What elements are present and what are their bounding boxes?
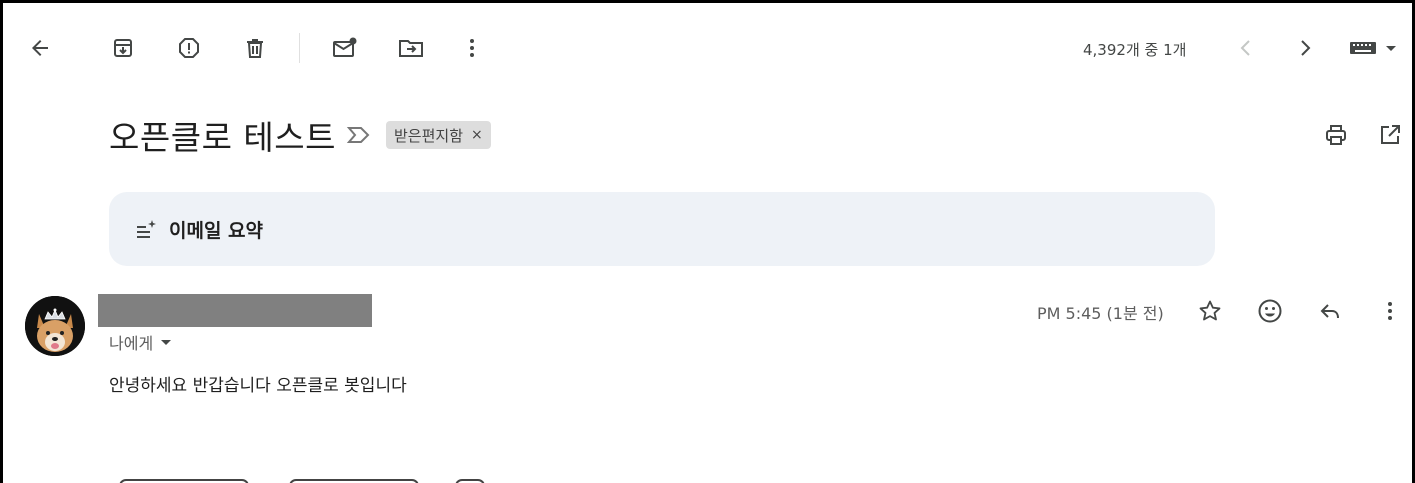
inbox-label-chip: 받은편지함 ×: [386, 121, 491, 149]
reply-action-button[interactable]: [119, 479, 249, 483]
more-vert-icon: [470, 39, 474, 57]
reply-button[interactable]: [1312, 293, 1348, 329]
move-to-folder-icon: [399, 40, 423, 57]
mark-unread-icon: [333, 37, 357, 57]
pagination-count: 4,392개 중 1개: [1083, 41, 1187, 59]
older-button[interactable]: [1287, 30, 1323, 66]
label-text: 받은편지함: [394, 126, 464, 145]
recipient-text: 나에게: [109, 334, 154, 353]
archive-icon: [114, 39, 132, 57]
sender-avatar[interactable]: [25, 296, 85, 356]
emoji-smile-icon: [1258, 299, 1282, 323]
report-spam-button[interactable]: [171, 30, 207, 66]
email-summary-button[interactable]: 이메일 요약: [109, 192, 1215, 266]
remove-label-button[interactable]: ×: [471, 127, 483, 143]
emoji-action-button[interactable]: [455, 479, 485, 483]
report-icon: [179, 38, 199, 58]
more-options-button[interactable]: [454, 30, 490, 66]
reply-icon: [1320, 304, 1339, 319]
corgi-avatar-image: [25, 296, 85, 356]
email-subject: 오픈클로 테스트: [109, 118, 337, 157]
print-icon: [1326, 125, 1346, 145]
move-to-button[interactable]: [393, 30, 429, 66]
forward-action-button[interactable]: [289, 479, 419, 483]
input-tools-button[interactable]: [1345, 30, 1401, 66]
open-in-new-icon: [1381, 125, 1400, 144]
summary-label: 이메일 요약: [169, 219, 264, 242]
recipient-details-toggle[interactable]: 나에게: [109, 330, 173, 354]
caret-down-icon: [161, 340, 172, 345]
more-vert-icon: [1388, 302, 1392, 320]
archive-button[interactable]: [105, 30, 141, 66]
message-time: PM 5:45 (1분 전): [1037, 304, 1164, 323]
importance-arrow-icon: [346, 127, 370, 143]
back-button[interactable]: [22, 30, 58, 66]
keyboard-icon: [1350, 42, 1396, 54]
email-body: 안녕하세요 반갑습니다 오픈클로 봇입니다: [109, 376, 407, 396]
toolbar-divider: [299, 33, 300, 63]
open-new-window-button[interactable]: [1372, 117, 1408, 153]
sender-name-redacted: [98, 294, 372, 327]
email-view: 4,392개 중 1개 오픈클로 테스트 받은편지함 × 이메일 요약 나에게 …: [0, 0, 1415, 483]
newer-button[interactable]: [1228, 30, 1264, 66]
star-icon: [1199, 300, 1221, 321]
summarize-sparkle-icon: [137, 220, 156, 238]
star-button[interactable]: [1192, 293, 1228, 329]
chevron-right-icon: [1301, 40, 1311, 56]
importance-marker[interactable]: [341, 117, 377, 153]
chevron-left-icon: [1240, 40, 1250, 56]
add-reaction-button[interactable]: [1252, 293, 1288, 329]
delete-button[interactable]: [237, 30, 273, 66]
print-button[interactable]: [1318, 117, 1354, 153]
trash-icon: [247, 39, 263, 58]
arrow-left-icon: [32, 40, 48, 56]
message-more-button[interactable]: [1372, 293, 1408, 329]
mark-unread-button[interactable]: [327, 30, 363, 66]
